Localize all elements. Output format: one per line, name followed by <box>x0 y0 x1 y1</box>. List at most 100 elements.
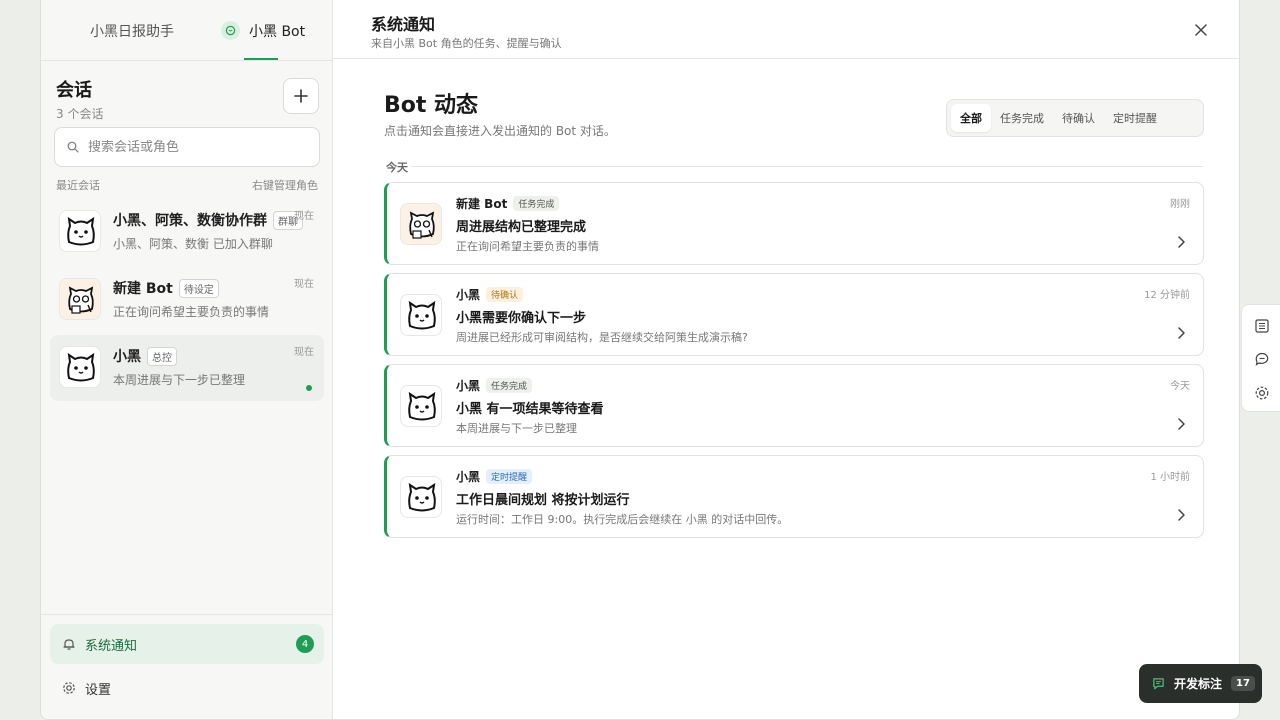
annotation-icon <box>1152 677 1165 690</box>
status-badge: 任务完成 <box>513 196 560 211</box>
chevron-right-icon <box>1176 326 1186 340</box>
filter-all[interactable]: 全部 <box>951 104 991 132</box>
avatar <box>59 346 101 388</box>
bot-avatar-icon <box>409 211 435 239</box>
cat-avatar-icon <box>67 216 95 246</box>
tab-label: 小黑日报助手 <box>90 23 174 40</box>
chevron-right-icon <box>1176 417 1186 431</box>
notification-sender: 小黑 待确认 <box>456 286 524 303</box>
conversation-name: 新建 Bot 待设定 <box>113 278 219 298</box>
bot-avatar-icon <box>68 286 94 314</box>
close-button[interactable] <box>1191 20 1211 40</box>
gear-icon[interactable] <box>1253 384 1271 402</box>
manage-hint: 右键管理角色 <box>252 179 318 192</box>
sidebar: 小黑日报助手 小黑 Bot 会话 3 个会话 最近会话 右键管理角色 <box>41 0 333 719</box>
section-title: Bot 动态 <box>384 93 479 118</box>
notification-time: 今天 <box>1170 381 1190 392</box>
search-box <box>54 127 320 167</box>
conversation-title: 新建 Bot <box>113 281 173 297</box>
conversation-item[interactable]: 小黑 总控 本周进展与下一步已整理 现在 <box>50 335 324 401</box>
notification-sender: 小黑 定时提醒 <box>456 468 533 485</box>
notification-time: 12 分钟前 <box>1144 290 1190 301</box>
conversations-count: 3 个会话 <box>56 107 104 121</box>
sender-name: 新建 Bot <box>456 197 508 211</box>
top-tabs: 小黑日报助手 小黑 Bot <box>41 0 333 61</box>
notification-title: 小黑 有一项结果等待查看 <box>456 402 604 417</box>
sender-name: 小黑 <box>456 379 481 393</box>
sender-name: 小黑 <box>456 288 481 302</box>
dev-button-label: 开发标注 <box>1174 677 1223 691</box>
avatar <box>400 385 442 427</box>
right-toolbar <box>1241 304 1280 412</box>
conversation-item[interactable]: 新建 Bot 待设定 正在询问希望主要负责的事情 现在 <box>50 267 324 333</box>
notification-card[interactable]: 小黑 任务完成 小黑 有一项结果等待查看 本周进展与下一步已整理 今天 <box>384 364 1204 447</box>
notification-card[interactable]: 小黑 定时提醒 工作日晨间规划 将按计划运行 运行时间：工作日 9:00。执行完… <box>384 455 1204 538</box>
sidebar-footer: 系统通知 4 设置 <box>41 614 333 719</box>
comments-icon[interactable] <box>1253 350 1271 368</box>
gear-icon <box>62 681 76 695</box>
day-label: 今天 <box>386 161 408 174</box>
avatar <box>400 203 442 245</box>
chevron-right-icon <box>1176 235 1186 249</box>
status-badge: 待确认 <box>486 287 524 302</box>
sidebar-item-settings[interactable]: 设置 <box>50 668 324 708</box>
filter-pending[interactable]: 待确认 <box>1053 104 1104 132</box>
conversation-time: 现在 <box>294 211 314 222</box>
notification-title: 小黑需要你确认下一步 <box>456 311 587 326</box>
filter-scheduled[interactable]: 定时提醒 <box>1104 104 1166 132</box>
notifications-badge: 4 <box>296 635 314 653</box>
conversation-name: 小黑、阿策、数衡协作群 群聊 <box>113 210 303 230</box>
notification-title: 周进展结构已整理完成 <box>456 220 587 235</box>
notification-sender: 新建 Bot 任务完成 <box>456 195 560 212</box>
notification-body: 本周进展与下一步已整理 <box>456 422 577 435</box>
dev-annotation-button[interactable]: 开发标注 17 <box>1139 664 1262 703</box>
settings-label: 设置 <box>85 682 112 698</box>
cat-avatar-icon <box>408 482 436 512</box>
dev-count-badge: 17 <box>1231 676 1255 691</box>
chevron-right-icon <box>1176 508 1186 522</box>
conversation-tag: 待设定 <box>178 278 219 298</box>
conversation-title: 小黑 <box>113 349 141 365</box>
notification-body: 运行时间：工作日 9:00。执行完成后会继续在 小黑 的对话中回传。 <box>456 513 789 526</box>
plus-icon <box>294 89 308 103</box>
conversation-time: 现在 <box>294 347 314 358</box>
avatar <box>400 294 442 336</box>
page-subtitle: 来自小黑 Bot 角色的任务、提醒与确认 <box>371 37 562 50</box>
main-header: 系统通知 来自小黑 Bot 角色的任务、提醒与确认 <box>333 0 1239 59</box>
main-panel: 系统通知 来自小黑 Bot 角色的任务、提醒与确认 Bot 动态 点击通知会直接… <box>333 0 1239 719</box>
search-input[interactable] <box>88 139 308 155</box>
filter-tabs: 全部 任务完成 待确认 定时提醒 <box>946 99 1204 137</box>
notification-card[interactable]: 小黑 待确认 小黑需要你确认下一步 周进展已经形成可审阅结构，是否继续交给阿策生… <box>384 273 1204 356</box>
cat-avatar-icon <box>67 352 95 382</box>
conversation-item[interactable]: 小黑、阿策、数衡协作群 群聊 小黑、阿策、数衡 已加入群聊 现在 <box>50 199 324 265</box>
avatar <box>59 278 101 320</box>
notification-sender: 小黑 任务完成 <box>456 377 533 394</box>
chat-bubble-icon <box>221 21 240 40</box>
status-badge: 定时提醒 <box>486 469 533 484</box>
status-badge: 任务完成 <box>486 378 533 393</box>
conversation-name: 小黑 总控 <box>113 346 177 366</box>
recent-label: 最近会话 <box>56 179 100 192</box>
add-conversation-button[interactable] <box>283 78 319 114</box>
notification-time: 1 小时前 <box>1150 472 1190 483</box>
notifications-label: 系统通知 <box>85 638 138 654</box>
cat-avatar-icon <box>408 300 436 330</box>
divider <box>411 166 1203 167</box>
notification-card[interactable]: 新建 Bot 任务完成 周进展结构已整理完成 正在询问希望主要负责的事情 刚刚 <box>384 182 1204 265</box>
bell-icon <box>62 637 76 651</box>
conversations-header: 会话 3 个会话 <box>56 76 103 122</box>
tab-bot[interactable]: 小黑 Bot <box>221 0 305 61</box>
search-icon <box>67 141 79 153</box>
recent-header: 最近会话 右键管理角色 <box>56 177 318 193</box>
cat-avatar-icon <box>408 391 436 421</box>
filter-task-done[interactable]: 任务完成 <box>991 104 1053 132</box>
conversation-tag: 总控 <box>147 346 177 366</box>
conversation-time: 现在 <box>294 279 314 290</box>
tab-daily-assistant[interactable]: 小黑日报助手 <box>90 0 174 61</box>
sidebar-item-notifications[interactable]: 系统通知 4 <box>50 624 324 664</box>
notification-time: 刚刚 <box>1170 199 1190 210</box>
section-subtitle: 点击通知会直接进入发出通知的 Bot 对话。 <box>384 124 616 138</box>
active-tab-indicator <box>244 58 278 60</box>
avatar <box>59 210 101 252</box>
list-icon[interactable] <box>1253 317 1271 335</box>
